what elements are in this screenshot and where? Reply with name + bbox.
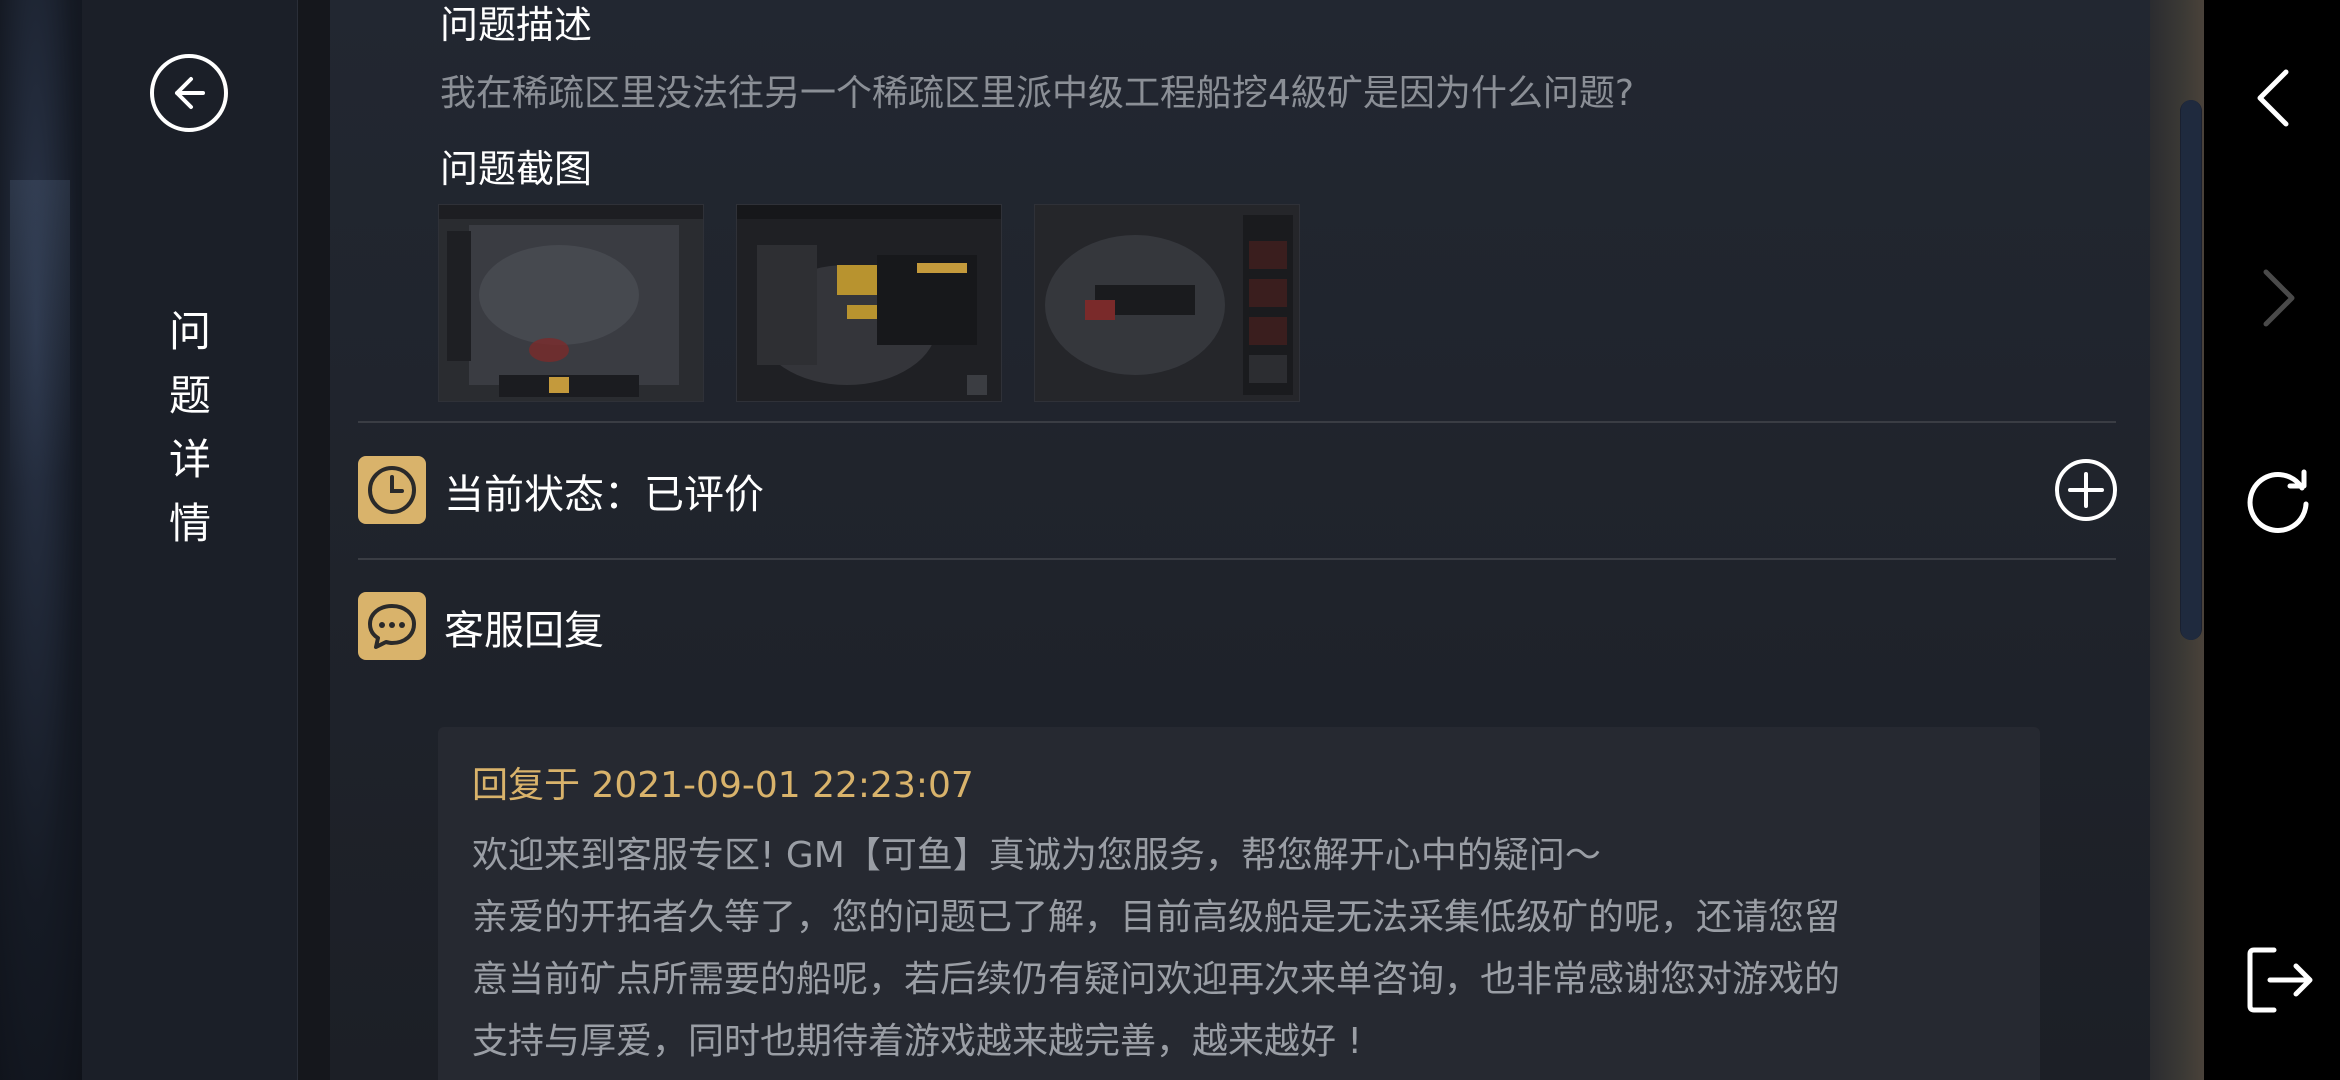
left-nav-panel: 问 题 详 情: [82, 0, 298, 1080]
nav-back-button[interactable]: [2244, 66, 2308, 130]
chevron-left-icon: [2257, 69, 2289, 127]
question-screenshot-1[interactable]: [438, 204, 704, 402]
divider: [358, 421, 2116, 423]
question-screenshot-2[interactable]: [736, 204, 1002, 402]
question-screenshot-3[interactable]: [1034, 204, 1300, 402]
screenshots-label: 问题截图: [440, 147, 593, 191]
reply-text-line: 亲爱的开拓者久等了，您的问题已了解，目前高级船是无法采集低级矿的呢，还请您留: [472, 897, 1841, 938]
question-desc-label: 问题描述: [440, 3, 593, 47]
scrollbar-thumb[interactable]: [2181, 100, 2201, 640]
title-char: 详: [168, 435, 211, 484]
reply-text-line: 支持与厚爱，同时也期待着游戏越来越完善，越来越好 !: [472, 1021, 1362, 1062]
page-title: 问 题 详 情: [82, 300, 298, 556]
current-status: 当前状态：已评价: [444, 472, 764, 518]
nav-forward-button[interactable]: [2244, 266, 2308, 330]
background-art: [0, 0, 90, 1080]
reply-text-line: 意当前矿点所需要的船呢，若后续仍有疑问欢迎再次来单咨询，也非常感谢您对游戏的: [472, 959, 1841, 1000]
back-button[interactable]: [150, 54, 228, 132]
reply-timestamp: 回复于 2021-09-01 22:23:07: [472, 765, 974, 806]
title-char: 题: [168, 371, 211, 420]
reply-badge: [358, 592, 426, 660]
chat-bubble-icon: [368, 604, 416, 649]
clock-icon: [368, 466, 416, 514]
title-char: 情: [168, 499, 211, 548]
refresh-button[interactable]: [2244, 466, 2309, 533]
chevron-right-icon: [2263, 269, 2295, 327]
status-badge: [358, 456, 426, 524]
refresh-icon: [2247, 469, 2309, 533]
expand-button[interactable]: [2054, 458, 2118, 522]
reply-section-label: 客服回复: [444, 608, 604, 654]
arrow-left-circle-icon: [175, 77, 205, 109]
exit-icon: [2247, 947, 2313, 1013]
plus-circle-icon: [2055, 459, 2117, 521]
title-char: 问: [168, 307, 211, 356]
divider: [358, 558, 2116, 560]
exit-button[interactable]: [2244, 944, 2313, 1013]
browser-control-bar: [2204, 0, 2340, 1080]
reply-text-line: 欢迎来到客服专区! GM【可鱼】真诚为您服务，帮您解开心中的疑问～: [472, 835, 1601, 876]
question-desc-text: 我在稀疏区里没法往另一个稀疏区里派中级工程船挖4級矿是因为什么问题?: [440, 73, 1635, 114]
